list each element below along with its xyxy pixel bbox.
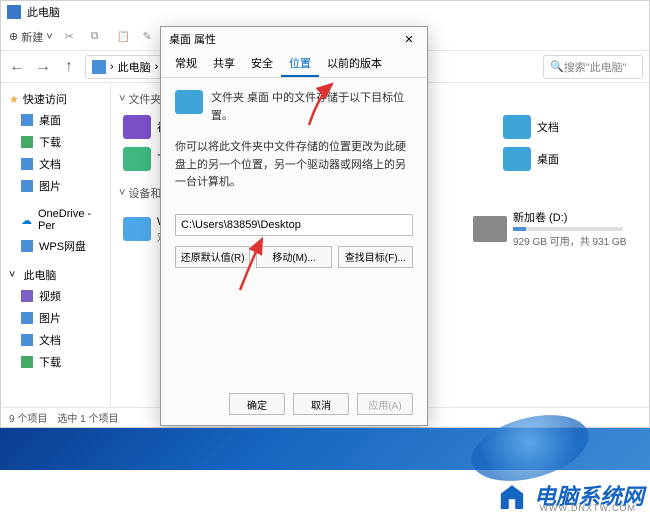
- sidebar-documents2[interactable]: 文档: [1, 329, 110, 351]
- sidebar-videos[interactable]: 视频: [1, 285, 110, 307]
- ok-button[interactable]: 确定: [229, 393, 285, 415]
- search-input[interactable]: 🔍 搜索"此电脑": [543, 55, 643, 79]
- move-button[interactable]: 移动(M)...: [256, 246, 331, 268]
- dialog-titlebar: 桌面 属性 ✕: [161, 27, 427, 51]
- find-target-button[interactable]: 查找目标(F)...: [338, 246, 413, 268]
- sidebar-item-desktop[interactable]: 桌面: [1, 109, 110, 131]
- drive-d[interactable]: 新加卷 (D:) 929 GB 可用，共 931 GB: [469, 205, 639, 252]
- sidebar-pictures2[interactable]: 图片: [1, 307, 110, 329]
- sidebar: ★快速访问 桌面 下载 文档 图片 ☁OneDrive - Per WPS网盘 …: [1, 83, 111, 407]
- quick-access-head[interactable]: ★快速访问: [1, 89, 110, 109]
- dialog-title: 桌面 属性: [169, 31, 216, 47]
- up-button[interactable]: ↑: [59, 57, 79, 77]
- tab-general[interactable]: 常规: [167, 51, 205, 77]
- cut-icon[interactable]: ✂: [65, 30, 79, 44]
- watermark: 电脑系统网 WWW.DNXTW.COM: [496, 479, 644, 511]
- folder-documents[interactable]: 文档: [499, 111, 639, 143]
- forward-button[interactable]: →: [33, 57, 53, 77]
- tab-sharing[interactable]: 共享: [205, 51, 243, 77]
- house-icon: [496, 481, 528, 509]
- tab-security[interactable]: 安全: [243, 51, 281, 77]
- tabs: 常规 共享 安全 位置 以前的版本: [161, 51, 427, 78]
- properties-dialog: 桌面 属性 ✕ 常规 共享 安全 位置 以前的版本 文件夹 桌面 中的文件存储于…: [160, 26, 428, 426]
- folder-desktop[interactable]: 桌面: [499, 143, 639, 175]
- back-button[interactable]: ←: [7, 57, 27, 77]
- tab-location[interactable]: 位置: [281, 51, 319, 77]
- sidebar-wps[interactable]: WPS网盘: [1, 235, 110, 257]
- info-line1: 文件夹 桌面 中的文件存储于以下目标位置。: [211, 90, 413, 125]
- path-input[interactable]: [175, 214, 413, 236]
- pc-icon: [7, 5, 21, 19]
- paste-icon[interactable]: 📋: [117, 30, 131, 44]
- desktop-wallpaper: [0, 428, 650, 470]
- tab-previous[interactable]: 以前的版本: [319, 51, 390, 77]
- restore-default-button[interactable]: 还原默认值(R): [175, 246, 250, 268]
- pc-icon: [92, 60, 106, 74]
- sidebar-onedrive[interactable]: ☁OneDrive - Per: [1, 205, 110, 235]
- sidebar-item-downloads[interactable]: 下载: [1, 131, 110, 153]
- sidebar-item-pictures[interactable]: 图片: [1, 175, 110, 197]
- new-button[interactable]: ⊕ 新建 ˅: [9, 29, 53, 45]
- thispc-head[interactable]: ˅此电脑: [1, 265, 110, 285]
- close-button[interactable]: ✕: [399, 33, 419, 46]
- sidebar-item-documents[interactable]: 文档: [1, 153, 110, 175]
- sidebar-downloads2[interactable]: 下载: [1, 351, 110, 373]
- cancel-button[interactable]: 取消: [293, 393, 349, 415]
- folder-icon: [175, 90, 203, 114]
- apply-button[interactable]: 应用(A): [357, 393, 413, 415]
- copy-icon[interactable]: ⧉: [91, 30, 105, 44]
- rename-icon[interactable]: ✎: [143, 30, 157, 44]
- titlebar: 此电脑: [1, 1, 649, 23]
- info-desc: 你可以将此文件夹中文件存储的位置更改为此硬盘上的另一个位置，另一个驱动器或网络上…: [175, 139, 413, 192]
- window-title: 此电脑: [27, 4, 60, 20]
